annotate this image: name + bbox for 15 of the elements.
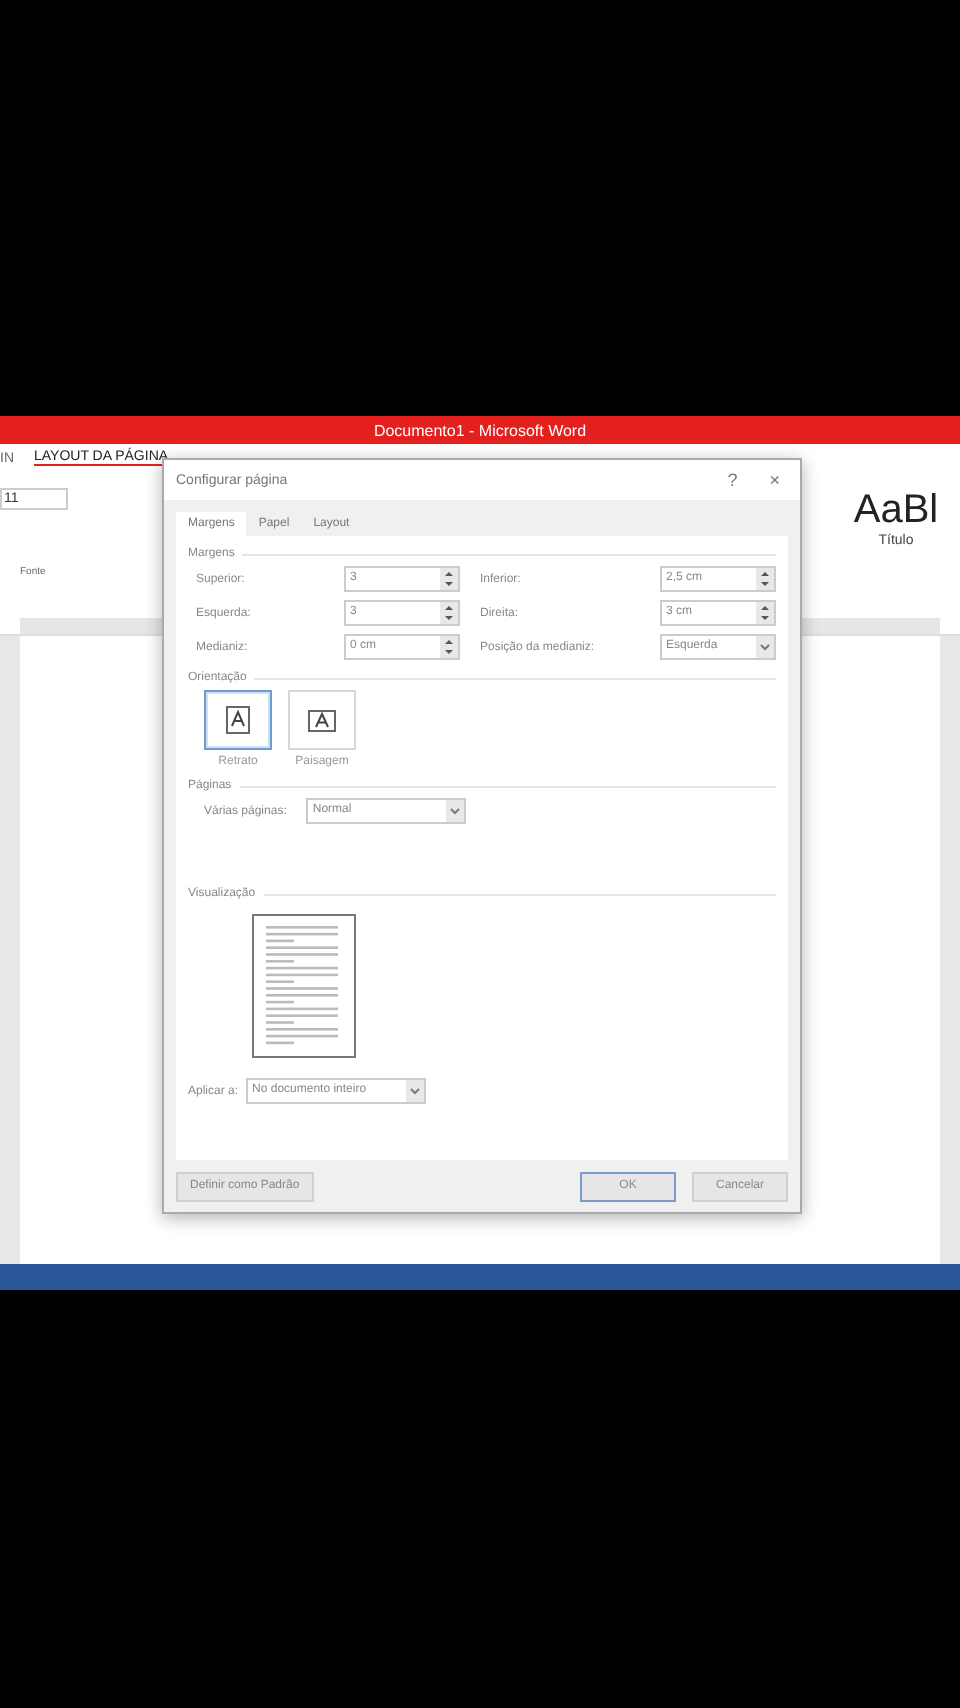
dropdown-caret-icon[interactable] <box>756 636 774 658</box>
spinner-arrows-icon[interactable] <box>440 636 458 658</box>
help-button[interactable]: ? <box>719 470 746 490</box>
window-title: Documento1 - Microsoft Word <box>373 421 587 439</box>
dropdown-caret-icon[interactable] <box>446 800 465 822</box>
close-button[interactable]: × <box>761 470 788 490</box>
page-preview-drawing <box>252 914 356 1058</box>
spinner-arrows-icon[interactable] <box>756 568 774 590</box>
style-sample[interactable]: AaBl <box>853 488 939 534</box>
dropdown-caret-icon[interactable] <box>406 1080 425 1102</box>
landscape-page-icon <box>308 709 336 731</box>
spinner-arrows-icon[interactable] <box>440 568 458 590</box>
spinner-arrows-icon[interactable] <box>756 602 774 624</box>
portrait-page-icon <box>226 706 250 734</box>
spinner-arrows-icon[interactable] <box>440 602 458 624</box>
